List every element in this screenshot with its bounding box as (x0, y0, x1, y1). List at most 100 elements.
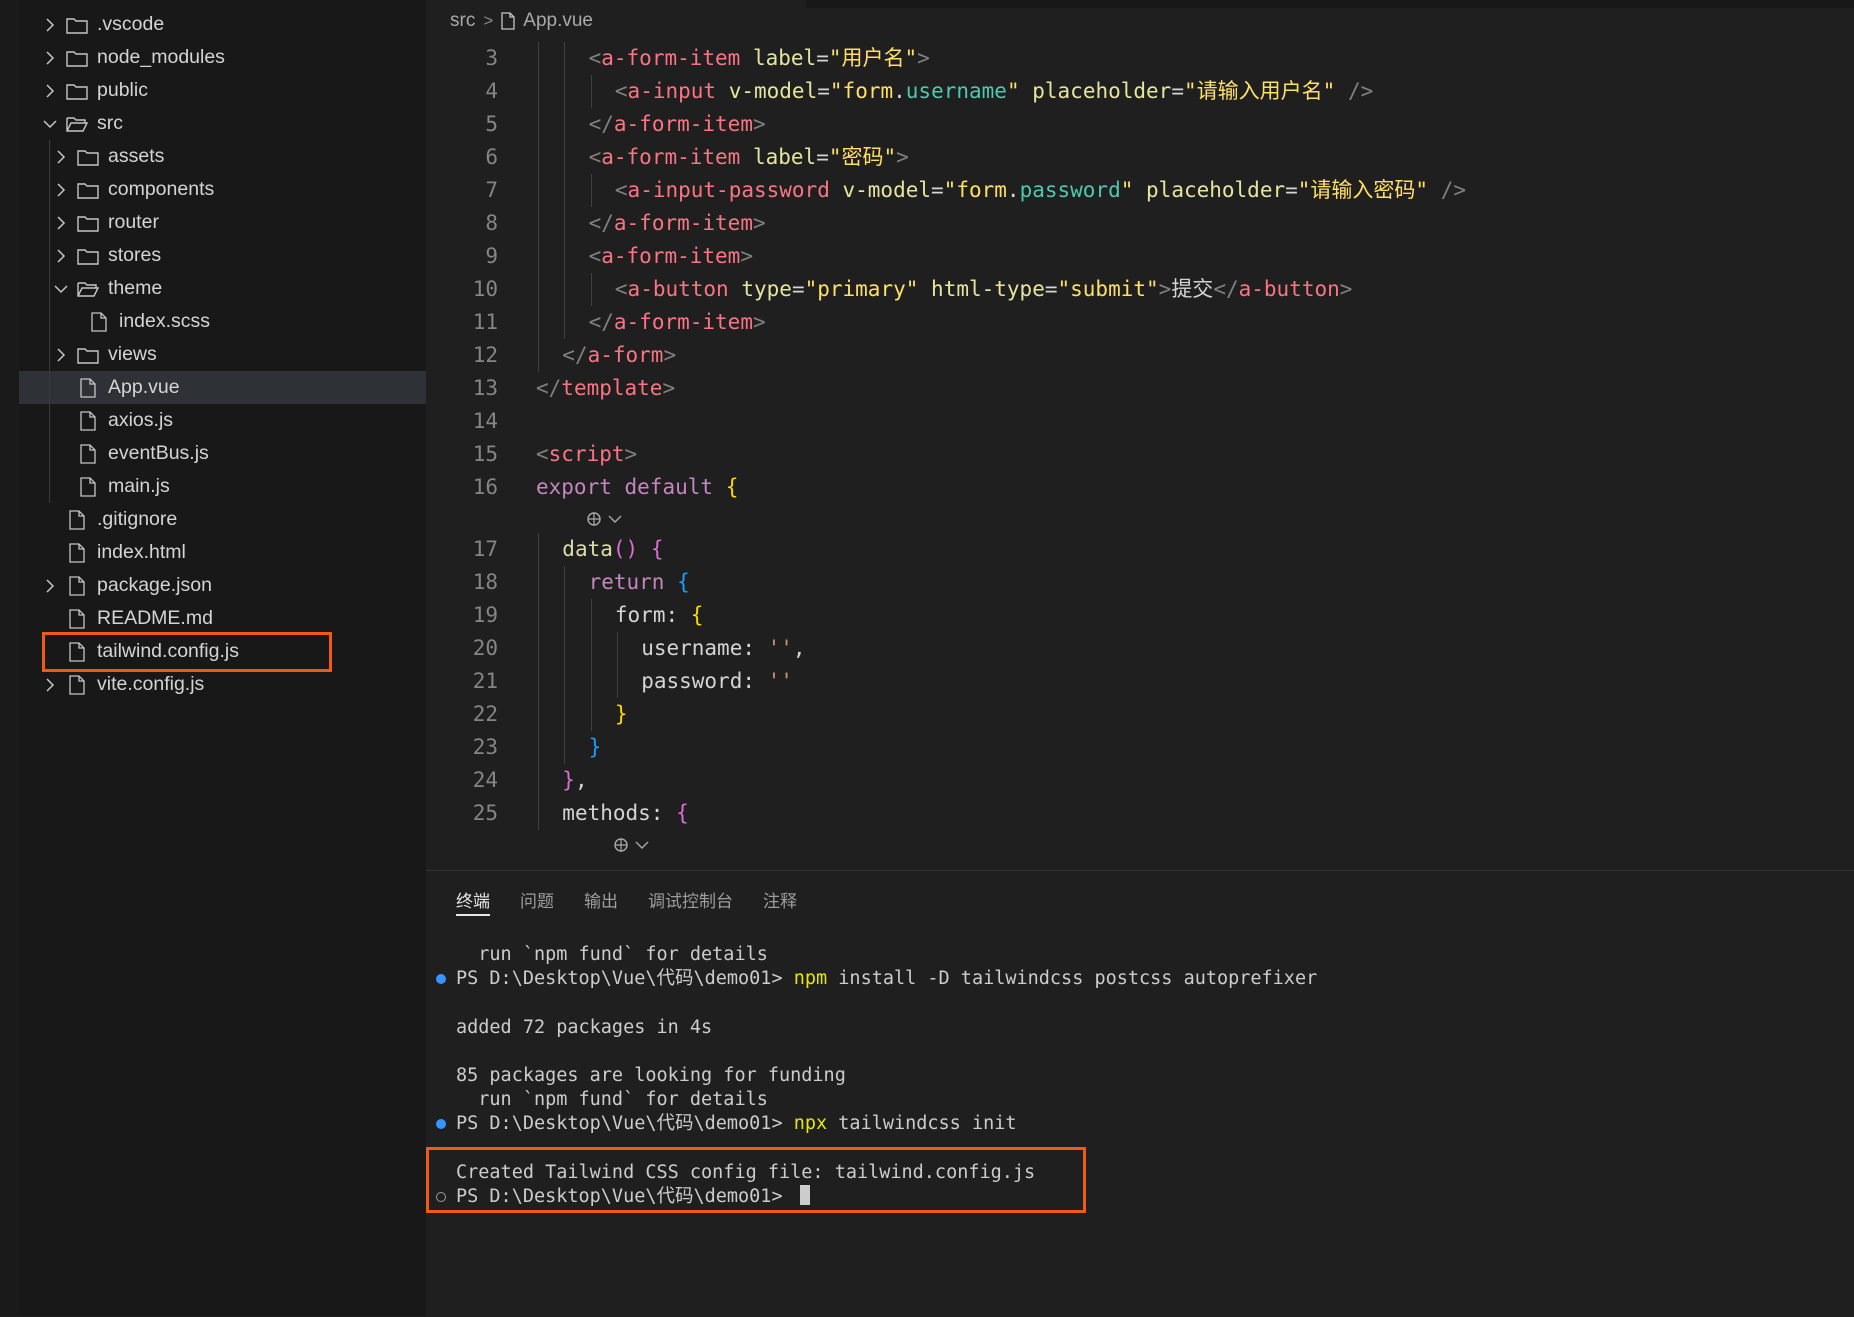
indent-guide (538, 42, 539, 75)
code-line[interactable]: 3 <a-form-item label="用户名"> (426, 42, 1854, 75)
tree-file-readme-md[interactable]: README.md (19, 602, 426, 635)
tree-folder-public[interactable]: public (19, 74, 426, 107)
tree-folder-node-modules[interactable]: node_modules (19, 41, 426, 74)
file-explorer: .vscode node_modules public src assets compon… (19, 0, 426, 1316)
tree-file-main-js[interactable]: main.js (19, 470, 426, 503)
highlight-box (426, 1146, 1086, 1213)
code-line[interactable]: 25 methods: { (426, 797, 1854, 830)
indent-guide (538, 339, 539, 372)
tree-folder-src[interactable]: src (19, 107, 426, 140)
indent-guide (590, 632, 592, 665)
code-line[interactable]: 4 <a-input v-model="form.username" placeh… (426, 75, 1854, 108)
chevron-down-icon[interactable] (41, 107, 59, 140)
line-number: 16 (472, 475, 498, 499)
code-line[interactable]: 11 </a-form-item> (426, 306, 1854, 339)
tree-item-label: theme (108, 277, 163, 299)
indent-guide (564, 566, 566, 599)
tree-folder-views[interactable]: views (19, 338, 426, 371)
code-line[interactable]: 21 password: '' (426, 665, 1854, 698)
code-line[interactable]: 15 <script> (426, 438, 1854, 471)
code-line[interactable]: 13 </template> (426, 372, 1854, 405)
panel-tab[interactable]: 输出 (584, 871, 618, 927)
terminal-line: 85 packages are looking for funding (456, 1065, 846, 1086)
tree-file-vite-config-js[interactable]: vite.config.js (19, 668, 426, 701)
tree-folder-theme[interactable]: theme (19, 272, 426, 305)
code-line[interactable]: 5 </a-form-item> (426, 108, 1854, 141)
tree-folder-router[interactable]: router (19, 206, 426, 239)
tree-item-label: stores (108, 244, 162, 266)
chevron-right-icon[interactable] (41, 8, 59, 41)
chevron-down-icon (608, 514, 622, 524)
code-line[interactable]: 16 export default { (426, 471, 1854, 504)
line-number: 4 (485, 79, 498, 103)
tree-file-index-scss[interactable]: index.scss (19, 305, 426, 338)
chevron-right-icon[interactable] (41, 569, 59, 602)
indent-guide (590, 665, 592, 698)
indent-guide (538, 566, 539, 599)
codelens[interactable] (584, 504, 622, 533)
tree-folder-assets[interactable]: assets (19, 140, 426, 173)
file-icon (76, 404, 100, 437)
tree-indent-guide (49, 140, 50, 503)
codelens[interactable] (611, 830, 649, 859)
code-line[interactable]: 23} (426, 731, 1854, 764)
chevron-right-icon[interactable] (52, 173, 70, 206)
code-line[interactable]: 9 <a-form-item> (426, 240, 1854, 273)
line-number: 11 (472, 310, 498, 334)
chevron-down-icon[interactable] (52, 272, 70, 305)
code-text: <a-form-item> (588, 244, 753, 268)
indent-guide (564, 731, 566, 764)
chevron-right-icon[interactable] (41, 668, 59, 701)
line-number: 24 (472, 768, 498, 792)
panel-tab[interactable]: 注释 (763, 871, 797, 927)
code-editor[interactable]: src > App.vue 3 <a-form-item label="用户名">… (426, 0, 1854, 870)
tree-file-eventbus-js[interactable]: eventBus.js (19, 437, 426, 470)
breadcrumb-file[interactable]: App.vue (523, 10, 593, 32)
tree-item-label: router (108, 211, 159, 233)
command-success-dot[interactable] (436, 1119, 446, 1130)
tree-folder-stores[interactable]: stores (19, 239, 426, 272)
code-line[interactable]: 17 data() { (426, 533, 1854, 566)
chevron-right-icon[interactable] (41, 41, 59, 74)
panel-tab[interactable]: 问题 (520, 871, 554, 927)
code-line[interactable]: 22} (426, 698, 1854, 731)
tree-folder-vscode[interactable]: .vscode (19, 8, 426, 41)
indent-guide (564, 306, 566, 339)
code-line[interactable]: 10 <a-button type="primary" html-type="su… (426, 273, 1854, 306)
tree-file-axios-js[interactable]: axios.js (19, 404, 426, 437)
command-success-dot[interactable] (436, 974, 446, 985)
chevron-right-icon[interactable] (52, 206, 70, 239)
tree-folder-components[interactable]: components (19, 173, 426, 206)
tree-file-index-html[interactable]: index.html (19, 536, 426, 569)
terminal-prompt: PS D:\Desktop\Vue\代码\demo01> (456, 1113, 794, 1135)
indent-guide (538, 207, 539, 240)
tree-file-package-json[interactable]: package.json (19, 569, 426, 602)
code-line[interactable]: 14 (426, 405, 1854, 438)
code-line[interactable]: 8 </a-form-item> (426, 207, 1854, 240)
code-line[interactable]: 24}, (426, 764, 1854, 797)
indent-guide (538, 599, 539, 632)
code-line[interactable]: 6 <a-form-item label="密码"> (426, 141, 1854, 174)
indent-guide (564, 141, 566, 174)
chevron-right-icon[interactable] (52, 239, 70, 272)
indent-guide (564, 665, 566, 698)
folder-open-icon (65, 107, 89, 140)
chevron-right-icon[interactable] (41, 74, 59, 107)
code-line[interactable]: 20 username: '', (426, 632, 1854, 665)
panel-tab[interactable]: 调试控制台 (648, 871, 733, 927)
indent-guide (590, 698, 592, 731)
tree-file-app-vue[interactable]: App.vue (19, 371, 426, 404)
chevron-right-icon[interactable] (52, 140, 70, 173)
indent-guide (538, 797, 539, 830)
chevron-right-icon[interactable] (52, 338, 70, 371)
code-line[interactable]: 19 form: { (426, 599, 1854, 632)
code-line[interactable]: 7 <a-input-password v-model="form.passwor… (426, 174, 1854, 207)
code-line[interactable]: 12 </a-form> (426, 339, 1854, 372)
breadcrumb-folder[interactable]: src (450, 10, 475, 32)
panel-tab[interactable]: 终端 (456, 871, 490, 927)
indent-guide (590, 273, 592, 306)
code-line[interactable]: 18 return { (426, 566, 1854, 599)
tree-file-gitignore[interactable]: .gitignore (19, 503, 426, 536)
indent-guide (564, 75, 566, 108)
indent-guide (538, 273, 539, 306)
